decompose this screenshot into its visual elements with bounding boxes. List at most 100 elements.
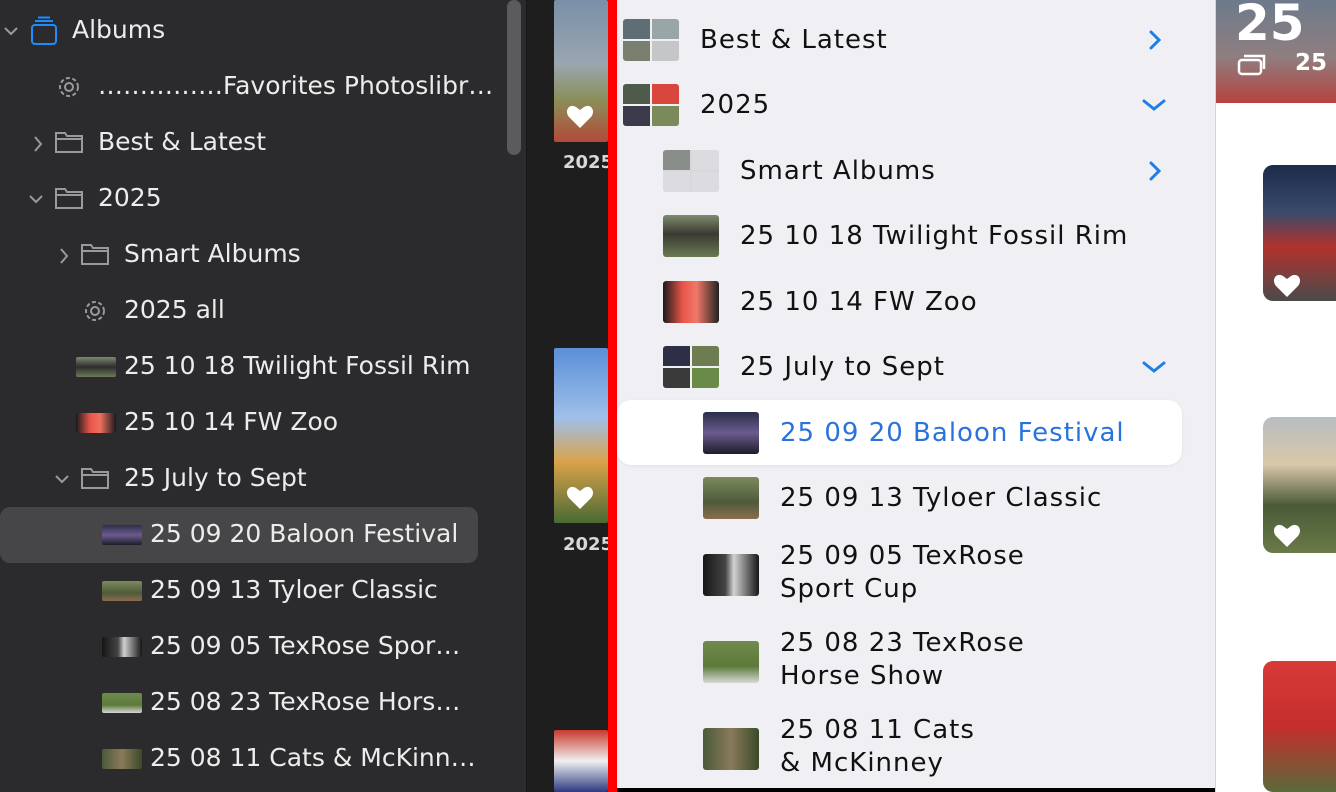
album-detail-panel: 25 25 It (1215, 0, 1336, 792)
ios-item-label: 25 10 18 Twilight Fossil Rim (740, 221, 1129, 251)
chevron-down-icon[interactable] (55, 473, 69, 485)
ios-item-label: Best & Latest (700, 25, 888, 55)
album-thumbnail (623, 19, 679, 61)
sidebar-item-label: 25 09 20 Baloon Festival (150, 519, 459, 548)
album-thumbnail (703, 728, 759, 770)
stacked-albums-icon (29, 16, 59, 52)
album-thumbnail (102, 581, 142, 601)
sidebar-item-july-to-sept[interactable]: 25 July to Sept (0, 451, 500, 507)
ios-item-label-line2: & McKinney (780, 748, 944, 778)
sidebar-item-2025-all[interactable]: 2025 all (0, 283, 500, 339)
album-thumbnail (703, 641, 759, 683)
album-thumbnail (703, 477, 759, 519)
album-thumbnail (102, 637, 142, 657)
chevron-down-icon[interactable] (1141, 358, 1166, 378)
chevron-down-icon[interactable] (29, 193, 43, 205)
ios-item-label: 25 10 14 FW Zoo (740, 287, 978, 317)
ios-item-fw-zoo[interactable]: 25 10 14 FW Zoo (617, 270, 1215, 334)
album-photo[interactable] (1263, 661, 1336, 792)
sidebar-item-label: 25 08 23 TexRose Hors… (150, 687, 461, 716)
photo-caption: 2025 (563, 152, 614, 173)
album-thumbnail (663, 150, 719, 192)
album-photo[interactable] (1263, 417, 1336, 553)
sidebar-item-texrose-horse[interactable]: 25 08 23 TexRose Hors… (0, 675, 500, 731)
album-thumbnail (663, 346, 719, 388)
sidebar-item-favorites[interactable]: ……………Favorites Photoslibr… (0, 59, 500, 115)
sidebar-item-label: 25 09 13 Tyloer Classic (150, 575, 438, 604)
ios-item-texrose-sport-cup[interactable]: 25 09 05 TexRose Sport Cup (617, 540, 1215, 614)
panel-divider (1215, 0, 1216, 792)
sidebar-item-label: Smart Albums (124, 239, 301, 268)
ios-item-twilight-fossil-rim[interactable]: 25 10 18 Twilight Fossil Rim (617, 204, 1215, 268)
sidebar-item-smart-albums[interactable]: Smart Albums (0, 227, 500, 283)
ios-item-baloon-festival[interactable]: 25 09 20 Baloon Festival (617, 400, 1215, 465)
sidebar-item-tyloer-classic[interactable]: 25 09 13 Tyloer Classic (0, 563, 500, 619)
ios-item-tyloer-classic[interactable]: 25 09 13 Tyloer Classic (617, 466, 1215, 530)
ios-item-best-latest[interactable]: Best & Latest (617, 8, 1215, 72)
chevron-right-icon[interactable] (1145, 161, 1165, 181)
folder-icon (80, 242, 110, 272)
sidebar-item-fw-zoo[interactable]: 25 10 14 FW Zoo (0, 395, 500, 451)
sidebar-scrollbar[interactable] (507, 0, 521, 155)
sidebar-item-albums[interactable]: Albums (0, 3, 500, 59)
photo-thumbnail[interactable] (554, 348, 608, 523)
ios-item-label: 2025 (700, 90, 771, 120)
chevron-down-icon[interactable] (4, 25, 18, 37)
album-thumbnail (76, 413, 116, 433)
photo-thumbnail[interactable] (554, 0, 608, 142)
album-title: 25 (1235, 0, 1305, 52)
heart-icon (566, 485, 594, 514)
album-thumbnail (102, 525, 142, 545)
ios-item-label: 25 08 11 Cats (780, 715, 975, 745)
sidebar-item-best-latest[interactable]: Best & Latest (0, 115, 500, 171)
sidebar-item-texrose-sport[interactable]: 25 09 05 TexRose Spor… (0, 619, 500, 675)
album-thumbnail (663, 281, 719, 323)
album-thumbnail (102, 693, 142, 713)
sidebar: Albums ……………Favorites Photoslibr… Best &… (0, 0, 527, 792)
ios-item-july-to-sept[interactable]: 25 July to Sept (617, 335, 1215, 399)
ios-item-label: 25 09 20 Baloon Festival (780, 418, 1125, 448)
ios-item-2025[interactable]: 2025 (617, 73, 1215, 137)
sidebar-item-label: 25 10 18 Twilight Fossil Rim (124, 351, 471, 380)
heart-icon (1273, 523, 1301, 552)
sidebar-item-label: Best & Latest (98, 127, 267, 156)
album-thumbnail (663, 215, 719, 257)
ios-item-label: 25 09 05 TexRose (780, 541, 1025, 571)
chevron-right-icon[interactable] (1145, 30, 1165, 50)
album-header-banner: 25 25 It (1215, 0, 1336, 103)
album-thumbnail (102, 749, 142, 769)
panel-bottom-edge (617, 788, 1215, 792)
album-thumbnail (703, 554, 759, 596)
chevron-right-icon[interactable] (32, 136, 44, 152)
sidebar-item-label: 25 09 05 TexRose Spor… (150, 631, 461, 660)
photo-thumbnail[interactable] (554, 730, 608, 792)
sidebar-item-baloon-festival[interactable]: 25 09 20 Baloon Festival (0, 507, 478, 563)
ios-item-cats-mckinney[interactable]: 25 08 11 Cats & McKinney (617, 714, 1215, 788)
folder-icon (54, 130, 84, 160)
chevron-down-icon[interactable] (1141, 96, 1166, 116)
album-thumbnail (623, 84, 679, 126)
sidebar-item-label: 25 08 11 Cats & McKinn… (150, 743, 476, 772)
ios-item-label: 25 July to Sept (740, 352, 945, 382)
chevron-right-icon[interactable] (58, 248, 70, 264)
ios-item-smart-albums[interactable]: Smart Albums (617, 139, 1215, 203)
sidebar-item-label: 25 July to Sept (124, 463, 307, 492)
album-photo[interactable] (1263, 165, 1336, 301)
sidebar-item-label: 2025 (98, 183, 162, 212)
heart-icon (1273, 273, 1301, 301)
red-divider (608, 0, 617, 792)
sidebar-item-twilight-fossil-rim[interactable]: 25 10 18 Twilight Fossil Rim (0, 339, 500, 395)
ios-item-texrose-horse-show[interactable]: 25 08 23 TexRose Horse Show (617, 627, 1215, 701)
sidebar-item-2025[interactable]: 2025 (0, 171, 500, 227)
ios-item-label-line2: Horse Show (780, 661, 945, 691)
ios-item-label-line2: Sport Cup (780, 574, 919, 604)
photo-caption: 2025 (563, 534, 614, 555)
sidebar-item-cats-mckinney[interactable]: 25 08 11 Cats & McKinn… (0, 731, 500, 787)
photo-stack-icon (1237, 54, 1267, 80)
sidebar-item-label: ……………Favorites Photoslibr… (98, 71, 494, 100)
item-count: 25 It (1295, 50, 1336, 76)
ios-item-label: 25 08 23 TexRose (780, 628, 1025, 658)
folder-icon (80, 466, 110, 496)
photo-grid-strip: 2025 2025 (527, 0, 613, 792)
ios-album-list: Best & Latest 2025 Smart Albums 25 10 18… (617, 0, 1215, 788)
